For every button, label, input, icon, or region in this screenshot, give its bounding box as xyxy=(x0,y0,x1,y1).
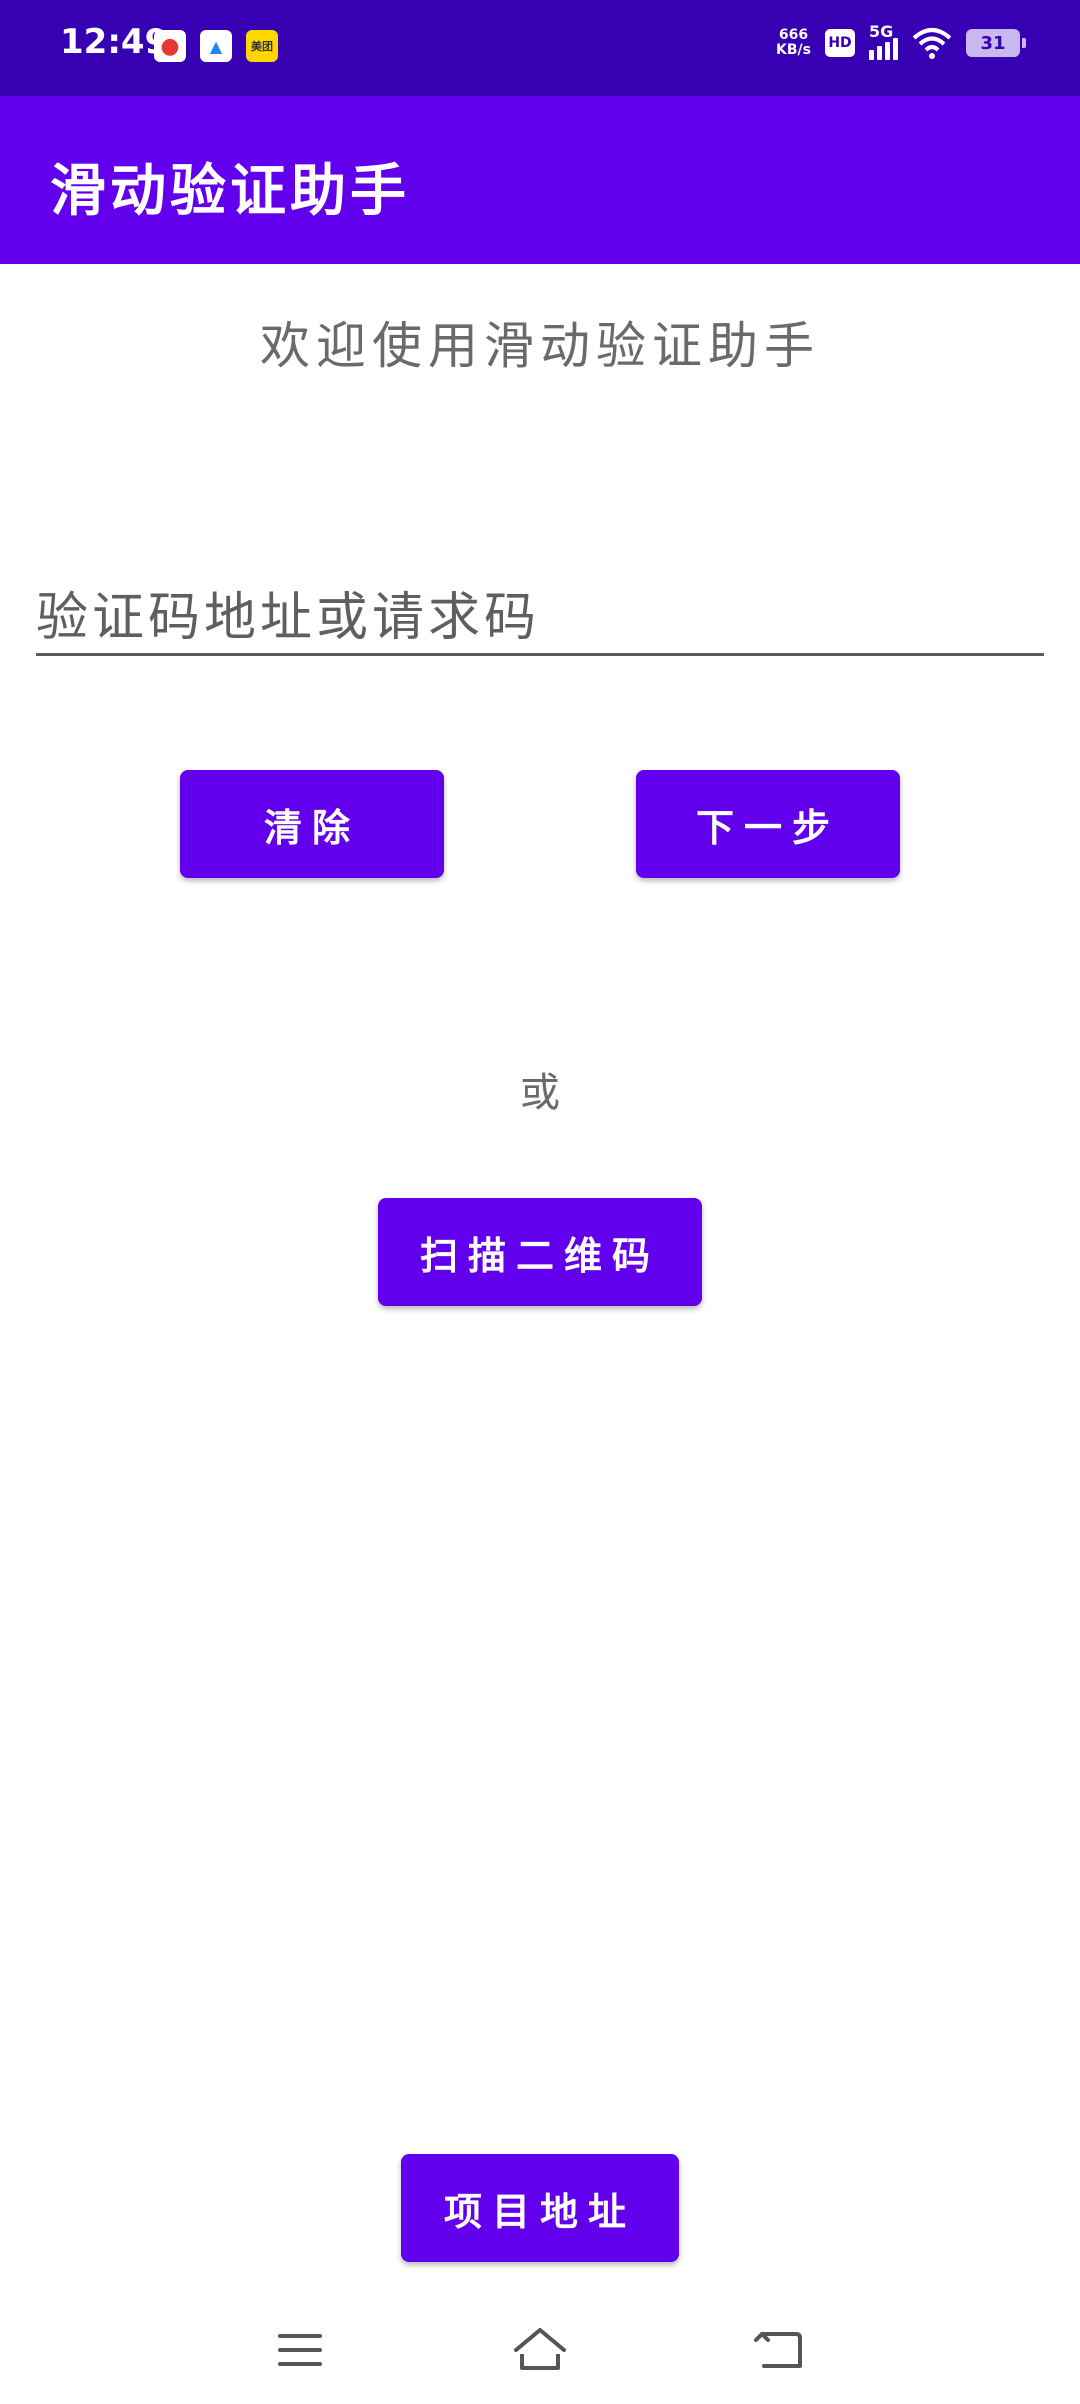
signal-icon: 5G xyxy=(869,22,898,60)
battery-icon: 31 xyxy=(966,29,1026,57)
wifi-icon xyxy=(912,28,952,59)
network-speed: 666 KB/s xyxy=(776,28,811,58)
app-title: 滑动验证助手 xyxy=(50,158,410,224)
project-url-label: 项目地址 xyxy=(443,2188,636,2234)
back-icon[interactable] xyxy=(750,2320,810,2380)
home-icon[interactable] xyxy=(510,2320,570,2380)
battery-level: 31 xyxy=(980,32,1006,54)
meituan-label: 美团 xyxy=(251,40,273,53)
scan-qr-button[interactable]: 扫描二维码 xyxy=(378,1198,702,1306)
game-icon: ▲ xyxy=(200,30,232,62)
clear-button-label: 清除 xyxy=(263,804,360,850)
menu-icon[interactable] xyxy=(270,2320,330,2380)
meituan-icon: 美团 xyxy=(246,30,278,62)
project-url-button[interactable]: 项目地址 xyxy=(401,2154,679,2262)
status-time: 12:49 xyxy=(60,22,169,62)
hd-label: HD xyxy=(828,35,852,51)
notification-icons: ● ▲ 美团 xyxy=(154,30,278,62)
app-bar: 滑动验证助手 xyxy=(0,96,1080,264)
speed-value: 666 xyxy=(778,27,809,43)
captcha-input-container xyxy=(36,582,1044,656)
welcome-text: 欢迎使用滑动验证助手 xyxy=(260,317,820,375)
speed-unit: KB/s xyxy=(776,42,811,58)
status-indicators: 666 KB/s HD 5G 31 xyxy=(776,22,1026,60)
captcha-url-input[interactable] xyxy=(36,582,1044,653)
network-type-label: 5G xyxy=(869,22,894,41)
status-bar: 12:49 ● ▲ 美团 666 KB/s HD 5G 31 xyxy=(0,0,1080,96)
next-button-label: 下一步 xyxy=(695,804,840,850)
scan-qr-label: 扫描二维码 xyxy=(419,1232,660,1278)
hd-icon: HD xyxy=(825,29,855,57)
clear-button[interactable]: 清除 xyxy=(180,770,444,878)
navigation-bar xyxy=(0,2300,1080,2404)
or-separator: 或 xyxy=(520,1070,560,1116)
map-pin-icon: ● xyxy=(154,30,186,62)
next-button[interactable]: 下一步 xyxy=(636,770,900,878)
